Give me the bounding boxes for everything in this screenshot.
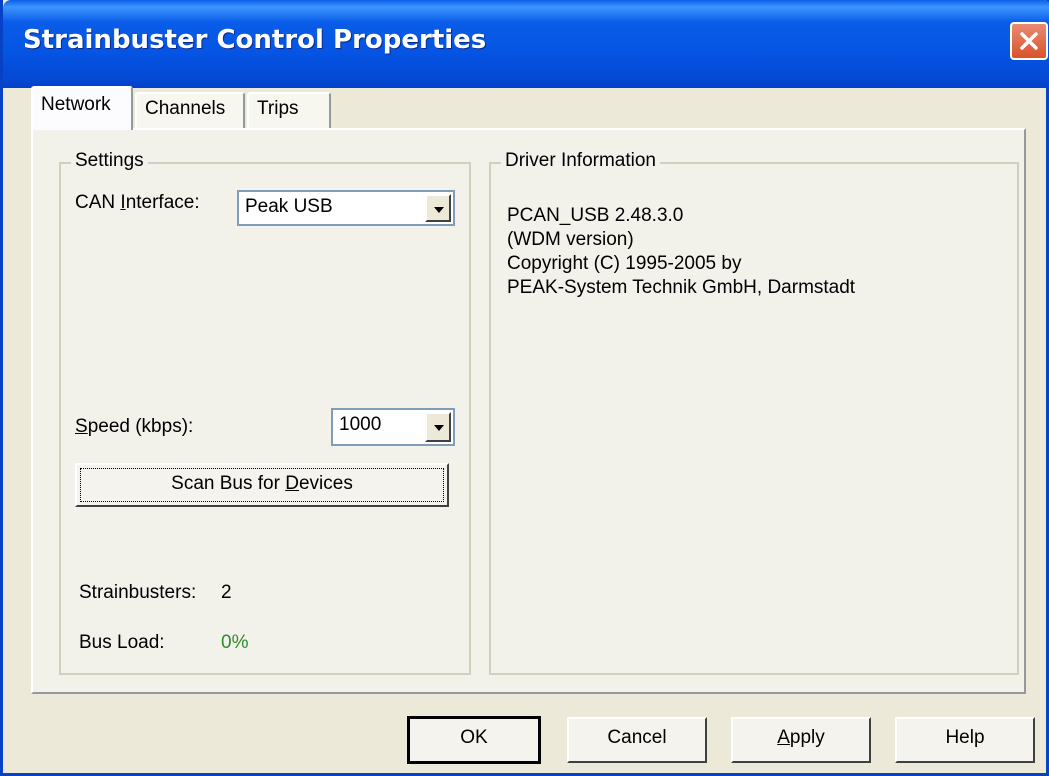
tab-network[interactable]: Network (31, 86, 133, 130)
apply-button[interactable]: Apply (731, 717, 871, 763)
speed-select[interactable]: 1000 (331, 408, 455, 446)
speed-dropdown-button[interactable] (425, 412, 451, 442)
title-bar[interactable]: Strainbuster Control Properties (3, 0, 1049, 88)
driver-info-text: PCAN_USB 2.48.3.0 (WDM version) Copyrigh… (507, 204, 855, 300)
tab-label: Trips (257, 98, 299, 119)
tab-label: Network (41, 94, 111, 115)
cancel-button-label: Cancel (607, 727, 667, 748)
bus-load-label: Bus Load: (79, 632, 165, 653)
driver-info-line: Copyright (C) 1995-2005 by (507, 253, 742, 274)
dialog-window: Strainbuster Control Properties Settings… (0, 0, 1049, 776)
settings-group: Settings CAN Interface: Peak USB Speed (… (59, 150, 471, 675)
can-interface-dropdown-button[interactable] (425, 194, 451, 222)
chevron-down-icon (434, 207, 444, 213)
ok-button[interactable]: OK (407, 716, 541, 764)
driver-information-group: Driver Information PCAN_USB 2.48.3.0 (WD… (489, 150, 1019, 675)
chevron-down-icon (434, 425, 444, 431)
help-button-label: Help (945, 727, 985, 748)
tab-label: Channels (145, 98, 226, 119)
settings-legend: Settings (71, 150, 148, 172)
can-interface-label: CAN Interface: (75, 192, 200, 213)
tab-trips[interactable]: Trips (247, 92, 331, 128)
strainbusters-label: Strainbusters: (79, 582, 197, 603)
help-button[interactable]: Help (895, 717, 1035, 763)
apply-button-label: Apply (777, 727, 825, 748)
tab-channels[interactable]: Channels (135, 92, 245, 128)
driver-info-line: PEAK-System Technik GmbH, Darmstadt (507, 277, 856, 298)
can-interface-select[interactable]: Peak USB (237, 190, 455, 226)
can-interface-value: Peak USB (245, 196, 333, 217)
bus-load-value: 0% (221, 632, 249, 653)
driver-info-line: (WDM version) (507, 229, 634, 250)
cancel-button[interactable]: Cancel (567, 717, 707, 763)
scan-bus-button[interactable]: Scan Bus for Devices (75, 463, 449, 507)
strainbusters-count: 2 (221, 582, 232, 603)
close-icon (1020, 32, 1038, 50)
driver-info-line: PCAN_USB 2.48.3.0 (507, 205, 684, 226)
driver-legend: Driver Information (501, 150, 660, 172)
scan-bus-button-label: Scan Bus for Devices (171, 473, 353, 494)
speed-label: Speed (kbps): (75, 416, 194, 437)
ok-button-label: OK (460, 727, 488, 748)
network-tab-panel: Settings CAN Interface: Peak USB Speed (… (31, 128, 1026, 694)
speed-value: 1000 (339, 414, 382, 435)
window-title: Strainbuster Control Properties (23, 25, 487, 55)
close-button[interactable] (1010, 22, 1048, 60)
